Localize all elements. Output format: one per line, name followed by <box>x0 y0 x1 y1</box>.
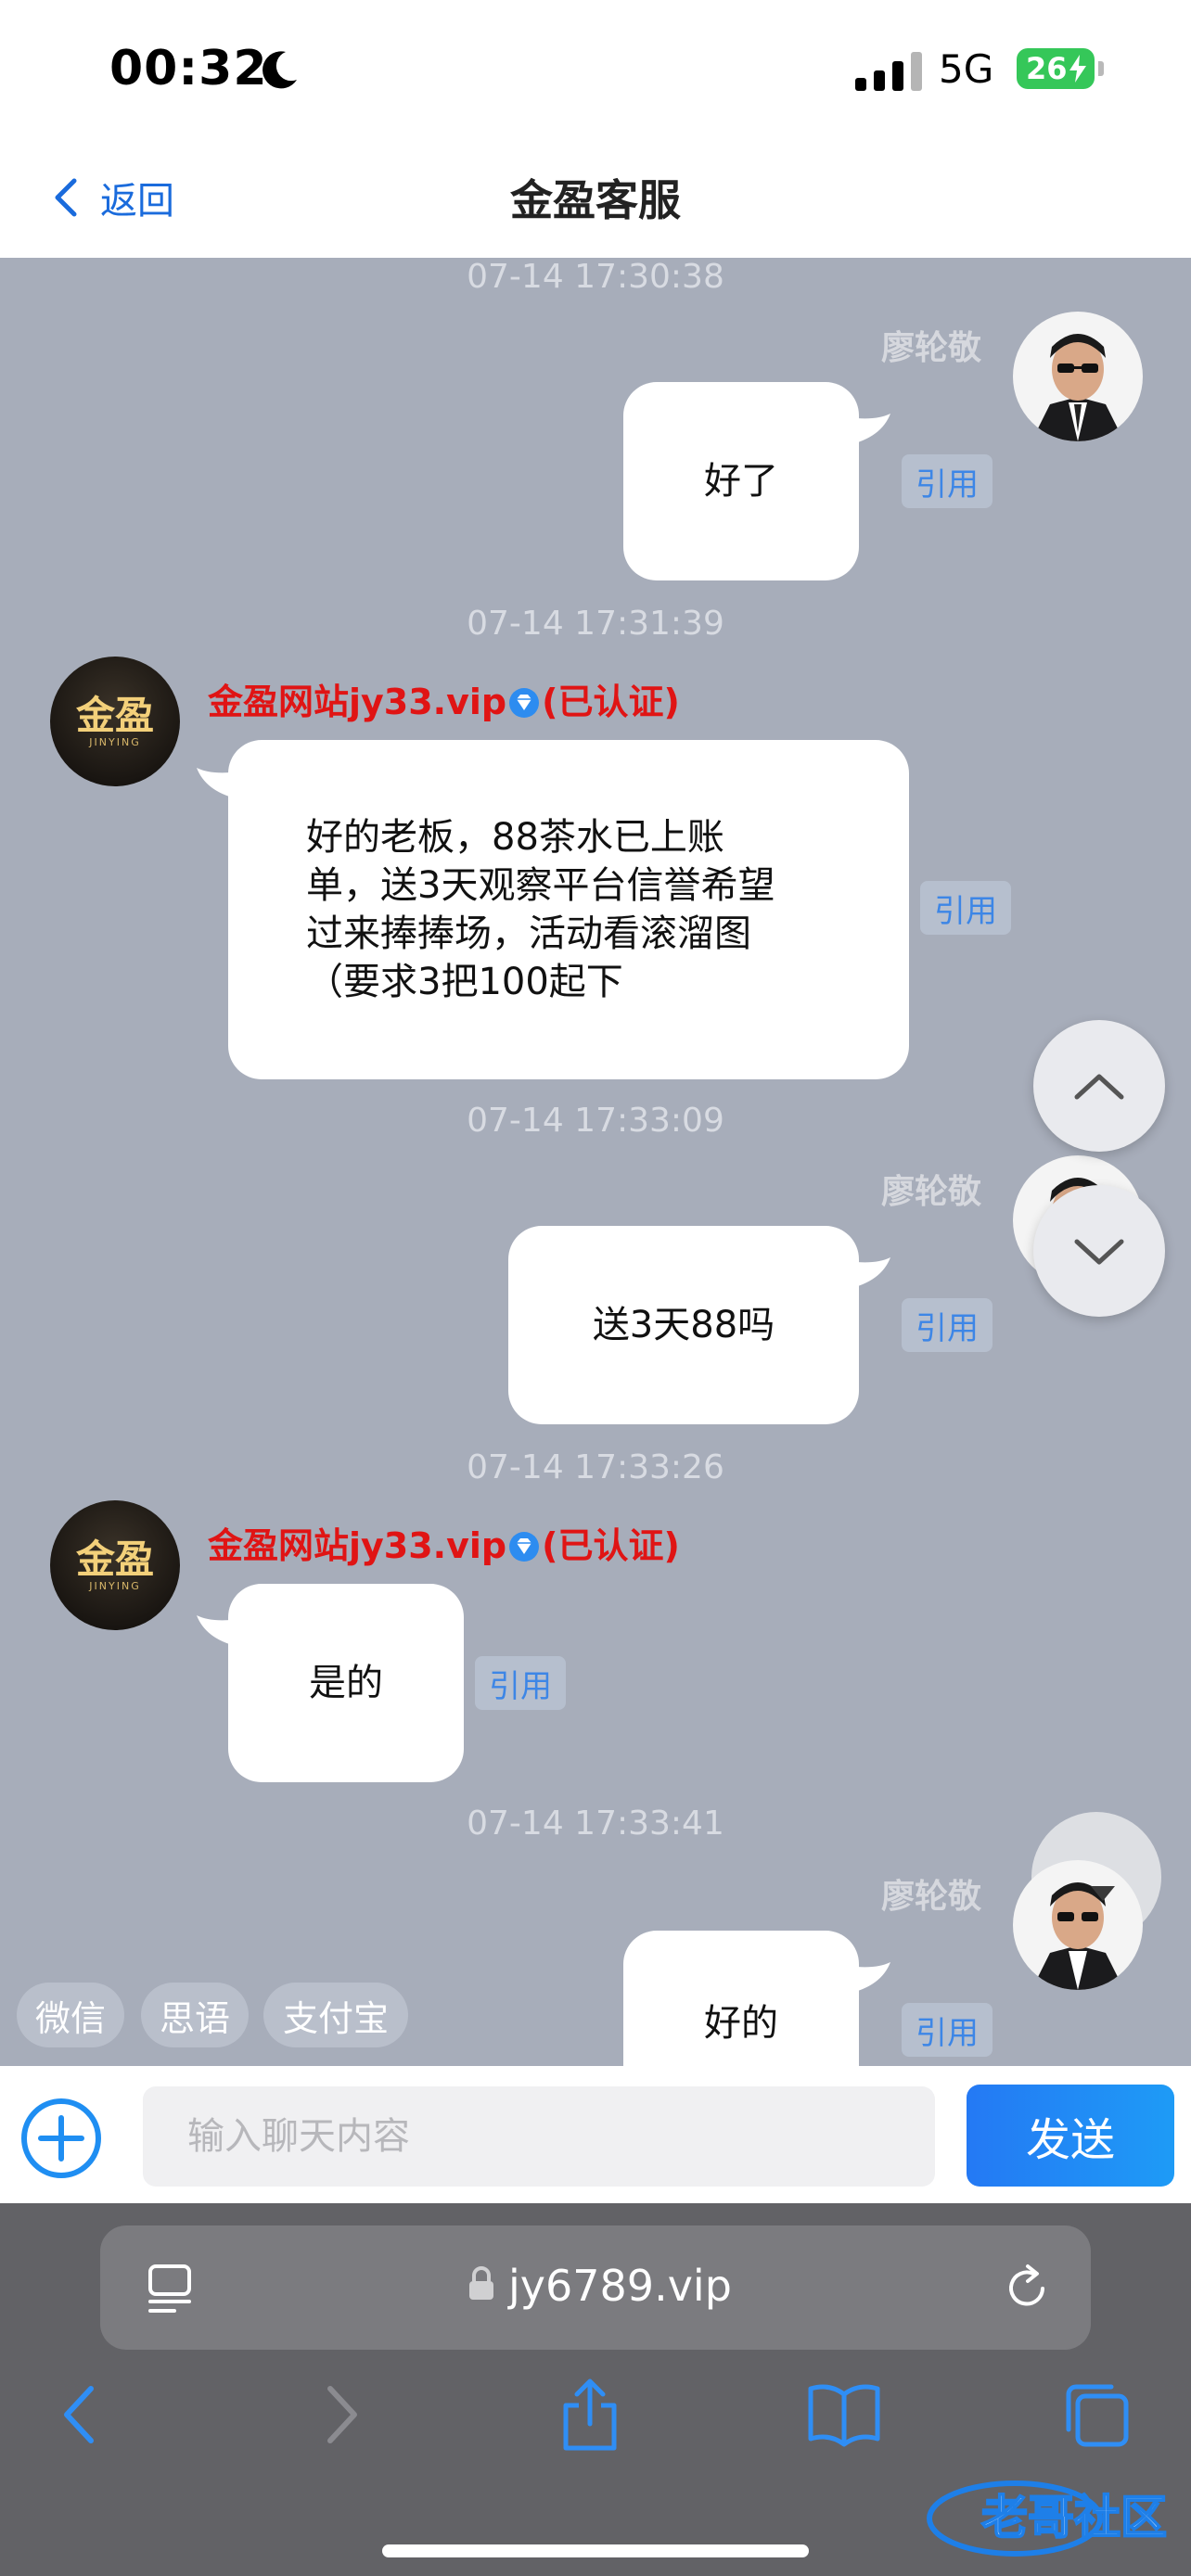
timestamp: 07-14 17:33:09 <box>467 1102 724 1140</box>
watermark-logo: 老哥社区 <box>927 2480 1168 2557</box>
user-avatar[interactable] <box>1013 312 1143 441</box>
message-bubble: 好的 <box>623 1931 859 2066</box>
timestamp: 07-14 17:33:26 <box>467 1448 724 1486</box>
message-line: 单，送3天观察平台信誉希望 <box>306 864 775 907</box>
logo-subtext: JINYING <box>89 1579 141 1592</box>
sender-name: 廖轮敬 <box>880 1173 981 1211</box>
message-line: （要求3把100起下 <box>306 961 623 1003</box>
verified-diamond-icon <box>509 1532 540 1562</box>
sender-name: 廖轮敬 <box>880 1878 981 1916</box>
message-bubble: 好了 <box>623 382 859 580</box>
quote-button[interactable]: 引用 <box>920 881 1011 935</box>
quick-reply-chip[interactable]: 支付宝 <box>263 1983 408 2047</box>
timestamp: 07-14 17:30:38 <box>467 258 724 296</box>
message-text: 是的 <box>309 1662 383 1704</box>
battery-indicator: 26 <box>1017 48 1095 89</box>
quick-reply-chip[interactable]: 思语 <box>141 1983 249 2047</box>
url-text: jy6789.vip <box>508 2261 732 2311</box>
scroll-up-button[interactable] <box>1033 1020 1165 1152</box>
forward-arrow-icon[interactable] <box>301 2376 378 2454</box>
lock-icon <box>469 2266 493 2300</box>
message-line: 好的老板，88茶水已上账 <box>306 816 724 859</box>
logo-text: 金盈 <box>75 692 154 738</box>
sender-name-text: 金盈网站jy33.vip <box>208 1525 507 1566</box>
watermark-text: 老哥社区 <box>981 2491 1167 2544</box>
bookmarks-icon[interactable] <box>805 2376 883 2454</box>
quote-button[interactable]: 引用 <box>902 454 992 508</box>
service-avatar[interactable]: 金盈 JINYING <box>50 657 180 786</box>
signal-icon <box>855 52 922 91</box>
moon-icon <box>263 51 297 89</box>
sender-name: 金盈网站jy33.vip (已认证) <box>208 673 680 724</box>
sender-name-text: 金盈网站jy33.vip <box>208 682 507 722</box>
message-text: 送3天88吗 <box>592 1304 775 1346</box>
message-text: 好的老板，88茶水已上账 单，送3天观察平台信誉希望 过来捧捧场，活动看滚溜图 … <box>306 813 775 1006</box>
quote-button[interactable]: 引用 <box>902 2003 992 2057</box>
chevron-up-icon <box>1074 1074 1124 1100</box>
message-bubble: 是的 <box>228 1584 464 1782</box>
timestamp: 07-14 17:33:41 <box>467 1804 724 1843</box>
bubble-tail <box>848 1962 890 1994</box>
quick-reply-chip[interactable]: 微信 <box>17 1983 124 2047</box>
message-text: 好了 <box>704 460 778 503</box>
quote-button[interactable]: 引用 <box>902 1298 992 1352</box>
user-avatar[interactable] <box>1013 1860 1143 1990</box>
verified-label: (已认证) <box>542 682 680 722</box>
chat-area[interactable]: 07-14 17:30:38 廖轮敬 好了 引用 07-14 17:31:39 … <box>0 258 1191 2066</box>
back-arrow-icon[interactable] <box>43 2376 121 2454</box>
verified-diamond-icon <box>509 688 540 718</box>
page-menu-icon[interactable] <box>147 2261 193 2316</box>
service-avatar[interactable]: 金盈 JINYING <box>50 1500 180 1630</box>
battery-tip <box>1098 61 1104 76</box>
nav-bar: 返回 金盈客服 <box>0 139 1191 258</box>
status-bar: 00:32 5G 26 <box>0 0 1191 139</box>
input-bar: 发送 <box>0 2066 1191 2203</box>
send-button[interactable]: 发送 <box>967 2085 1174 2187</box>
sender-name: 廖轮敬 <box>880 329 981 367</box>
verified-label: (已认证) <box>542 1525 680 1566</box>
status-time: 00:32 <box>109 41 268 96</box>
reload-icon[interactable] <box>1002 2263 1052 2313</box>
address-bar[interactable]: jy6789.vip <box>100 2225 1091 2350</box>
add-icon[interactable] <box>20 2098 102 2179</box>
battery-level: 26 <box>1026 51 1068 86</box>
scroll-down-button[interactable] <box>1033 1185 1165 1317</box>
home-indicator <box>382 2544 809 2557</box>
logo-text: 金盈 <box>75 1536 154 1582</box>
chat-input[interactable] <box>143 2086 935 2187</box>
sender-name: 金盈网站jy33.vip (已认证) <box>208 1517 680 1568</box>
page-title: 金盈客服 <box>510 175 681 225</box>
chevron-down-icon <box>1074 1239 1124 1265</box>
share-icon[interactable] <box>551 2376 629 2454</box>
quote-button[interactable]: 引用 <box>475 1656 566 1710</box>
charging-icon <box>1069 55 1086 83</box>
timestamp: 07-14 17:31:39 <box>467 605 724 643</box>
message-text: 好的 <box>704 2002 778 2045</box>
message-line: 过来捧捧场，活动看滚溜图 <box>306 912 751 955</box>
network-label: 5G <box>939 46 994 92</box>
browser-toolbar: jy6789.vip 老哥社区 <box>0 2203 1191 2576</box>
bubble-tail <box>848 414 890 445</box>
message-bubble: 好的老板，88茶水已上账 单，送3天观察平台信誉希望 过来捧捧场，活动看滚溜图 … <box>228 740 909 1079</box>
user-avatar-image <box>1013 1860 1143 1990</box>
user-avatar-image <box>1013 312 1143 441</box>
tabs-icon[interactable] <box>1057 2376 1135 2454</box>
bubble-tail <box>848 1257 890 1289</box>
logo-subtext: JINYING <box>89 735 141 748</box>
message-bubble: 送3天88吗 <box>508 1226 859 1424</box>
